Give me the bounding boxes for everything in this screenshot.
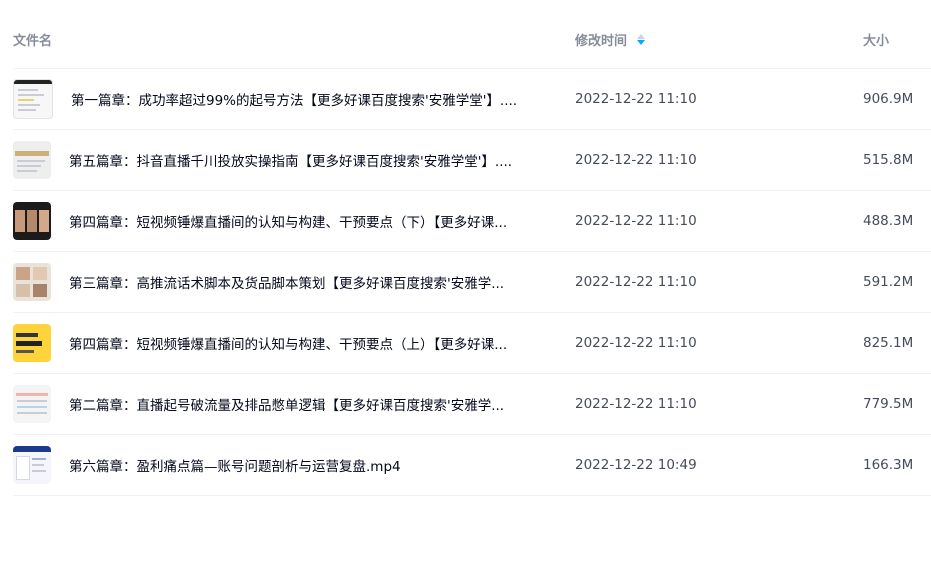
file-modified-time: 2022-12-22 11:10 xyxy=(575,396,697,412)
file-modified-time: 2022-12-22 11:10 xyxy=(575,274,697,290)
video-thumbnail xyxy=(13,263,51,301)
file-size: 779.5M xyxy=(863,396,914,412)
file-row[interactable]: 第六篇章：盈利痛点篇—账号问题剖析与运营复盘.mp4 2022-12-22 10:… xyxy=(13,435,931,496)
file-name-cell: 第三篇章：高推流话术脚本及货品脚本策划【更多好课百度搜索'安雅学... xyxy=(13,263,575,301)
file-name-cell: 第六篇章：盈利痛点篇—账号问题剖析与运营复盘.mp4 xyxy=(13,446,575,484)
file-name[interactable]: 第四篇章：短视频锤爆直播间的认知与构建、干预要点（下）【更多好课... xyxy=(69,211,507,231)
video-thumbnail xyxy=(13,385,51,423)
file-row[interactable]: 第四篇章：短视频锤爆直播间的认知与构建、干预要点（上）【更多好课... 2022-… xyxy=(13,313,931,374)
column-header-name[interactable]: 文件名 xyxy=(13,30,575,49)
video-thumbnail xyxy=(13,446,51,484)
column-header-name-label: 文件名 xyxy=(13,33,53,49)
file-list-header: 文件名 修改时间 大小 xyxy=(13,10,931,69)
column-header-time[interactable]: 修改时间 xyxy=(575,30,863,49)
file-row[interactable]: 第一篇章：成功率超过99%的起号方法【更多好课百度搜索'安雅学堂'】.... 20… xyxy=(13,69,931,130)
file-name[interactable]: 第五篇章：抖音直播千川投放实操指南【更多好课百度搜索'安雅学堂'】.... xyxy=(69,150,512,170)
file-modified-time: 2022-12-22 10:49 xyxy=(575,457,697,473)
file-list: 文件名 修改时间 大小 第一篇章：成功率超过99%的起号方法【更多好课百度搜索'… xyxy=(13,10,931,496)
video-thumbnail xyxy=(13,141,51,179)
file-name[interactable]: 第三篇章：高推流话术脚本及货品脚本策划【更多好课百度搜索'安雅学... xyxy=(69,272,504,292)
file-name-cell: 第二篇章：直播起号破流量及排品憋单逻辑【更多好课百度搜索'安雅学... xyxy=(13,385,575,423)
file-name[interactable]: 第一篇章：成功率超过99%的起号方法【更多好课百度搜索'安雅学堂'】.... xyxy=(71,89,517,109)
file-modified-time: 2022-12-22 11:10 xyxy=(575,152,697,168)
column-header-size[interactable]: 大小 xyxy=(863,30,931,49)
file-modified-time: 2022-12-22 11:10 xyxy=(575,335,697,351)
file-modified-time: 2022-12-22 11:10 xyxy=(575,213,697,229)
column-header-size-label: 大小 xyxy=(863,33,890,49)
file-size: 515.8M xyxy=(863,152,914,168)
file-row[interactable]: 第四篇章：短视频锤爆直播间的认知与构建、干预要点（下）【更多好课... 2022-… xyxy=(13,191,931,252)
file-name-cell: 第一篇章：成功率超过99%的起号方法【更多好课百度搜索'安雅学堂'】.... xyxy=(13,79,575,119)
file-name[interactable]: 第二篇章：直播起号破流量及排品憋单逻辑【更多好课百度搜索'安雅学... xyxy=(69,394,504,414)
file-name[interactable]: 第四篇章：短视频锤爆直播间的认知与构建、干预要点（上）【更多好课... xyxy=(69,333,507,353)
video-thumbnail xyxy=(13,324,51,362)
file-size: 166.3M xyxy=(863,457,914,473)
file-size: 488.3M xyxy=(863,213,914,229)
file-name-cell: 第四篇章：短视频锤爆直播间的认知与构建、干预要点（上）【更多好课... xyxy=(13,324,575,362)
file-name-cell: 第四篇章：短视频锤爆直播间的认知与构建、干预要点（下）【更多好课... xyxy=(13,202,575,240)
file-size: 906.9M xyxy=(863,91,914,107)
file-modified-time: 2022-12-22 11:10 xyxy=(575,91,697,107)
file-name[interactable]: 第六篇章：盈利痛点篇—账号问题剖析与运营复盘.mp4 xyxy=(69,455,401,475)
file-name-cell: 第五篇章：抖音直播千川投放实操指南【更多好课百度搜索'安雅学堂'】.... xyxy=(13,141,575,179)
file-size: 825.1M xyxy=(863,335,914,351)
video-thumbnail xyxy=(13,79,53,119)
sort-icon[interactable] xyxy=(637,33,646,45)
column-header-time-label: 修改时间 xyxy=(575,33,628,49)
file-row[interactable]: 第三篇章：高推流话术脚本及货品脚本策划【更多好课百度搜索'安雅学... 2022-… xyxy=(13,252,931,313)
file-size: 591.2M xyxy=(863,274,914,290)
file-row[interactable]: 第二篇章：直播起号破流量及排品憋单逻辑【更多好课百度搜索'安雅学... 2022-… xyxy=(13,374,931,435)
file-row[interactable]: 第五篇章：抖音直播千川投放实操指南【更多好课百度搜索'安雅学堂'】.... 202… xyxy=(13,130,931,191)
video-thumbnail xyxy=(13,202,51,240)
